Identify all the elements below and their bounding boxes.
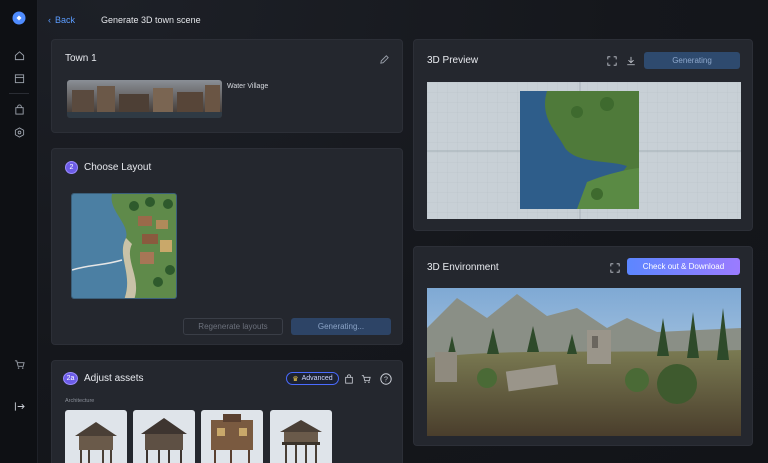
page-title: Generate 3D town scene [101,15,201,25]
environment-card: 3D Environment Check out & Download [413,246,753,446]
fullscreen-icon[interactable] [606,55,618,67]
layout-title: Choose Layout [84,162,152,173]
checkout-download-button[interactable]: Check out & Download [627,258,740,275]
preview-card: 3D Preview Generating [413,39,753,231]
storefront-icon[interactable] [11,70,27,86]
environment-viewport[interactable] [427,288,741,436]
shopping-bag-icon[interactable] [11,101,27,117]
generating-button[interactable]: Generating [644,52,740,69]
app-logo-icon[interactable] [11,10,27,26]
edit-icon[interactable] [378,53,390,65]
asset-thumbnail[interactable] [133,410,195,463]
section-label: Architecture [65,398,95,404]
regenerate-layouts-button[interactable]: Regenerate layouts [183,318,283,335]
back-button[interactable]: ‹ Back [48,15,75,25]
home-icon[interactable] [11,47,27,63]
preview-viewport[interactable] [427,82,741,219]
crown-icon: ♛ [292,375,299,383]
svg-text:?: ? [384,376,388,383]
fullscreen-icon[interactable] [609,262,621,274]
cart-icon[interactable] [11,356,27,372]
step-badge: 2 [65,161,78,174]
step-badge-2a: 2a [63,372,78,385]
header: ‹ Back Generate 3D town scene [48,12,201,28]
generating-button[interactable]: Generating... [291,318,391,335]
rail-divider [9,93,29,94]
layout-map-thumbnail[interactable] [71,193,177,299]
cube-icon[interactable] [11,124,27,140]
advanced-label: Advanced [301,375,333,382]
logout-icon[interactable] [11,398,27,414]
asset-thumbnail[interactable] [270,410,332,463]
environment-title: 3D Environment [427,262,499,273]
assets-card: 2a Adjust assets ♛ Advanced ? Architectu… [51,360,403,463]
assets-title: Adjust assets [84,373,144,384]
preview-title: 3D Preview [427,55,479,66]
chevron-left-icon: ‹ [48,15,51,25]
banner-label: Water Village [227,83,269,90]
sidebar [0,0,38,463]
download-icon[interactable] [625,55,637,67]
help-icon[interactable]: ? [379,372,392,385]
town-card: Town 1 Water Village [51,39,403,133]
cart-icon[interactable] [360,373,372,385]
asset-thumbnail[interactable] [65,410,127,463]
town-banner-image[interactable] [67,80,222,118]
town-title: Town 1 [65,53,97,64]
asset-thumbnail[interactable] [201,410,263,463]
advanced-button[interactable]: ♛ Advanced [286,372,339,385]
back-label: Back [55,15,76,25]
layout-card: 2 Choose Layout Regenerate layouts Gener… [51,148,403,345]
bag-icon[interactable] [343,373,355,385]
